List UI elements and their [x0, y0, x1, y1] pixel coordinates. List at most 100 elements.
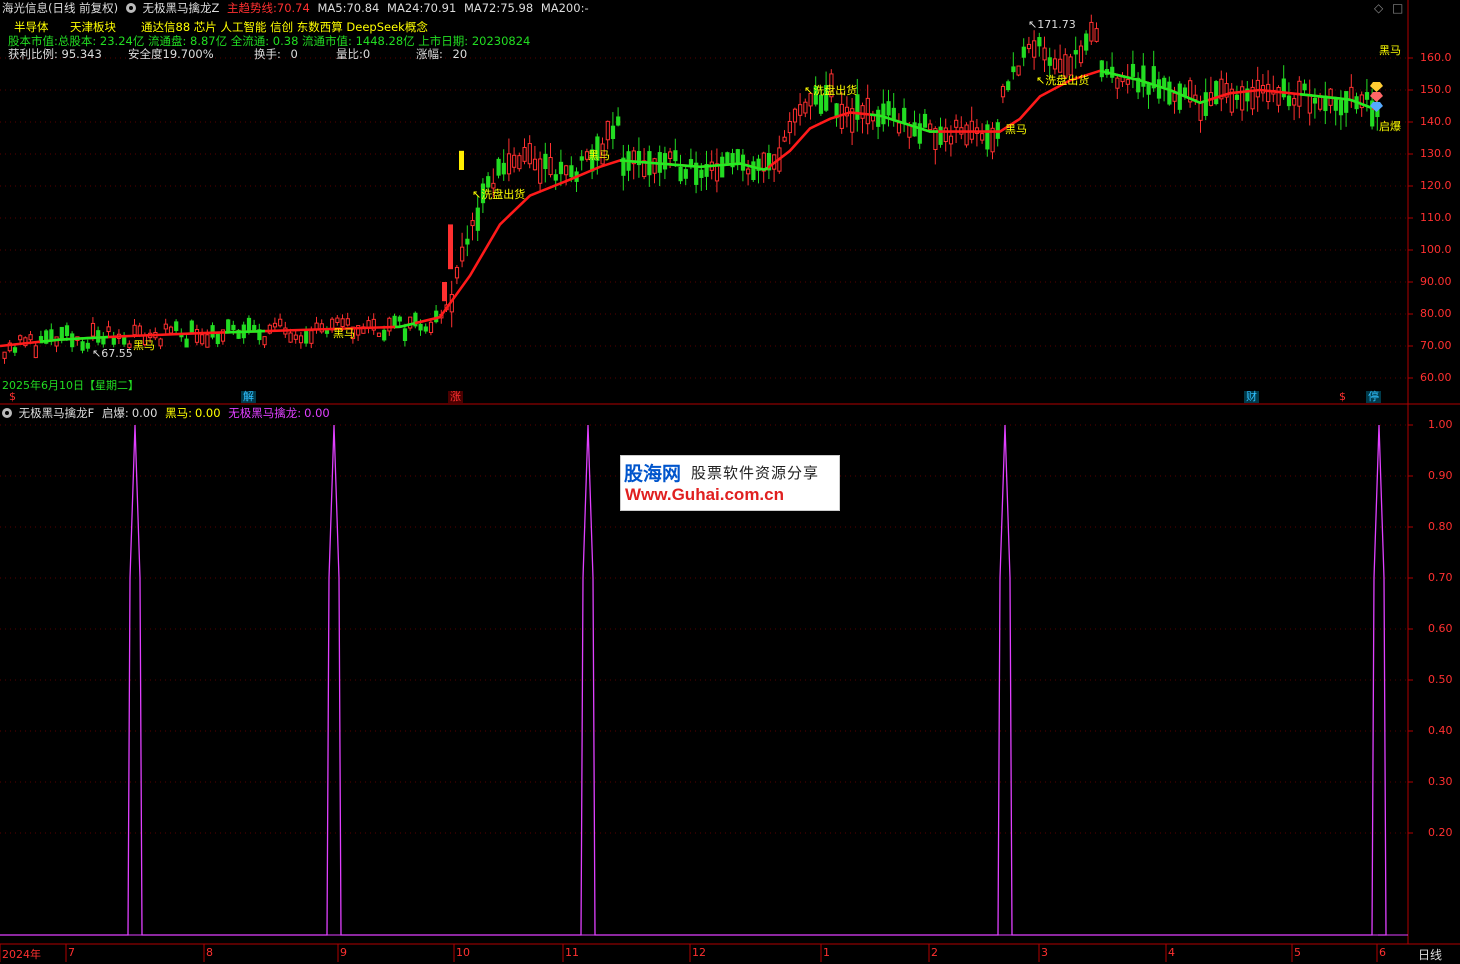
candle-body: [194, 329, 200, 343]
qibao-value: 0.00: [131, 406, 158, 420]
event-tag-dollar[interactable]: $: [1337, 391, 1348, 403]
indicator-name[interactable]: 无极黑马擒龙Z: [142, 1, 219, 15]
sub-indicator-name[interactable]: 无极黑马擒龙F: [19, 406, 95, 420]
candle-body: [1302, 83, 1307, 91]
candle-body: [678, 166, 683, 182]
candle-body: [200, 334, 205, 345]
candle-body: [1349, 86, 1354, 101]
heima-signal: 黑马: [588, 149, 610, 162]
sub-y-tick-label: 0.40: [1428, 724, 1453, 737]
candle-body: [673, 150, 678, 162]
candle-body: [205, 334, 210, 348]
heima-signal: 黑马: [333, 327, 355, 340]
candle-body: [564, 165, 569, 176]
candle-body: [792, 108, 798, 123]
candle-body: [1338, 99, 1344, 116]
main-y-tick-label: 130.0: [1420, 147, 1452, 160]
candle-body: [496, 158, 501, 176]
candle-body: [948, 135, 954, 145]
candle-body: [1255, 79, 1260, 98]
low-price-label: ↖67.55: [92, 347, 133, 360]
heima-signal: 黑马: [1005, 123, 1027, 136]
candle-body: [168, 326, 174, 334]
candle-body: [1266, 83, 1271, 103]
candle-body: [397, 316, 402, 322]
candle-body: [720, 156, 725, 178]
event-tag-unlock[interactable]: 解: [241, 391, 256, 403]
candle-body: [226, 319, 231, 332]
candle-body: [2, 351, 7, 359]
xipan-text: 洗盘出货: [481, 188, 526, 201]
qibao-signal: 启爆: [1379, 120, 1401, 133]
candle-body: [1307, 94, 1312, 114]
candle-body: [553, 174, 558, 181]
candle-body: [64, 325, 70, 337]
candle-body: [1000, 85, 1006, 98]
candle-body: [1032, 40, 1037, 58]
window-menu-icon[interactable]: □: [1392, 1, 1403, 15]
event-tag-rise[interactable]: 涨: [448, 391, 463, 403]
candle-body: [215, 333, 220, 345]
profit-ratio: 获利比例: 95.343: [8, 47, 102, 61]
candle-body: [106, 326, 111, 333]
volume-ratio-label: 量比:: [336, 47, 363, 61]
candle-body: [163, 323, 168, 330]
watermark-url: Www.Guhai.com.cn: [625, 485, 784, 504]
candle-body: [278, 318, 283, 327]
xipan-text: 洗盘出货: [1045, 74, 1090, 87]
candle-body: [418, 323, 423, 331]
candle-body: [1094, 28, 1099, 42]
candle-body: [1177, 83, 1182, 110]
ma200-label: MA200:: [540, 1, 585, 15]
candle-body: [49, 329, 54, 341]
candle-body: [1058, 58, 1063, 73]
candle-body: [1276, 86, 1281, 106]
candle-body: [272, 322, 278, 328]
candle-body: [943, 127, 948, 143]
event-tag-dollar[interactable]: $: [7, 391, 18, 403]
candle-body: [1214, 81, 1219, 105]
candle-body: [231, 324, 236, 331]
candle-body: [423, 326, 428, 332]
event-tag-finance[interactable]: 财: [1244, 391, 1259, 403]
candle-body: [408, 316, 413, 329]
event-tag-halt[interactable]: 停: [1366, 391, 1381, 403]
candle-body: [252, 324, 257, 331]
volume-ratio-value: 0: [362, 47, 371, 61]
candle-body: [543, 153, 548, 170]
candle-body: [1203, 92, 1208, 116]
candle-body: [538, 158, 543, 184]
candle-body: [558, 161, 564, 175]
candle-body: [1084, 33, 1089, 51]
turnover-value: 0: [290, 47, 298, 61]
xipan-signal: ↖洗盘出货: [804, 84, 858, 97]
main-y-tick-label: 60.00: [1420, 371, 1452, 384]
candle-body: [210, 325, 215, 338]
gear-icon[interactable]: [2, 408, 12, 418]
ma24-label: MA24:: [387, 1, 424, 15]
period-label[interactable]: 日线: [1418, 946, 1442, 963]
main-y-tick-label: 120.0: [1420, 179, 1452, 192]
sub-y-tick-label: 0.90: [1428, 469, 1453, 482]
candle-body: [12, 347, 18, 353]
candle-body: [80, 341, 85, 351]
candle-body: [1006, 81, 1011, 91]
heima-signal: 黑马: [133, 339, 155, 352]
candle-body: [288, 332, 293, 343]
stock-title[interactable]: 海光信息(日线 前复权): [2, 1, 118, 15]
candle-body: [184, 338, 189, 348]
gear-icon[interactable]: [125, 3, 136, 13]
candle-body: [174, 321, 179, 331]
candle-body: [1234, 94, 1240, 100]
candle-body: [158, 338, 163, 347]
candle-body: [964, 124, 969, 146]
candle-body: [922, 113, 928, 128]
candle-body: [18, 335, 23, 341]
diamond-icon[interactable]: ◇: [1374, 1, 1383, 15]
xipan-signal: ↖洗盘出货: [1036, 74, 1090, 87]
candle-body: [293, 334, 298, 340]
sub-y-tick-label: 0.20: [1428, 826, 1453, 839]
wuji-value: 0.00: [304, 406, 330, 420]
ma72-label: MA72:: [463, 1, 501, 15]
main-y-tick-label: 90.00: [1420, 275, 1452, 288]
